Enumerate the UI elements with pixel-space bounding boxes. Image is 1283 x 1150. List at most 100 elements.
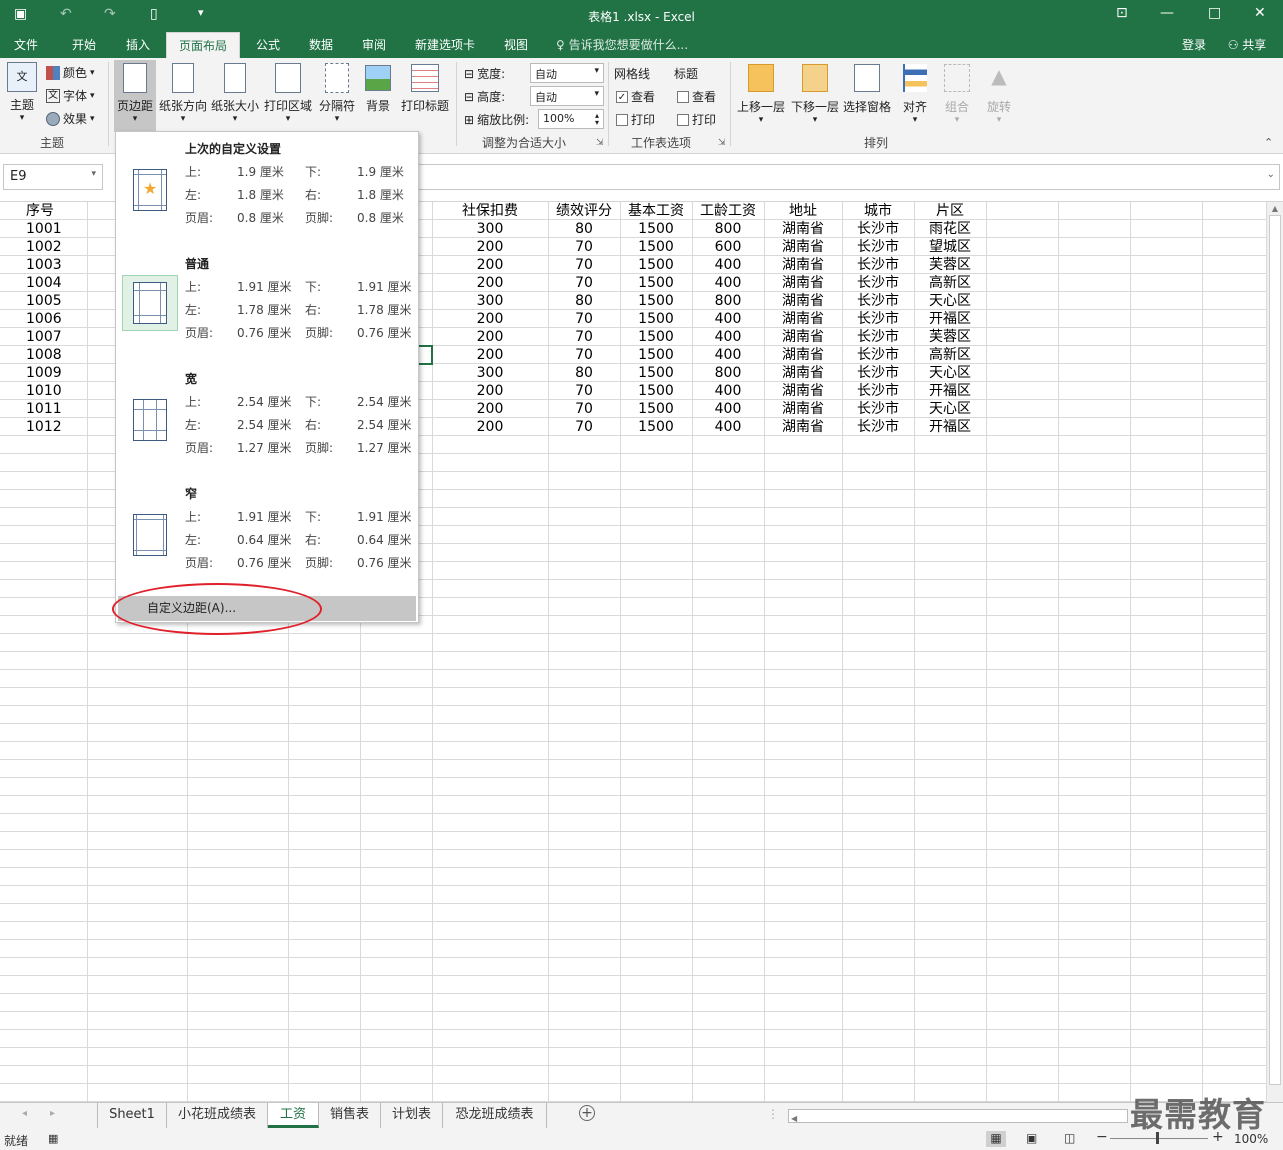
data-cell[interactable]: 80 xyxy=(548,220,620,238)
dialog-launcher-icon[interactable]: ⇲ xyxy=(596,138,604,148)
height-select[interactable]: 自动 ▾ xyxy=(530,86,604,106)
tab-formulas[interactable]: 公式 xyxy=(244,32,292,58)
tab-review[interactable]: 审阅 xyxy=(350,32,398,58)
data-cell[interactable]: 长沙市 xyxy=(842,382,914,400)
data-cell[interactable]: 长沙市 xyxy=(842,238,914,256)
data-cell[interactable]: 1500 xyxy=(620,220,692,238)
tab-home[interactable]: 开始 xyxy=(60,32,108,58)
data-cell[interactable]: 望城区 xyxy=(914,238,986,256)
data-cell[interactable]: 1012 xyxy=(0,418,84,436)
data-cell[interactable]: 1500 xyxy=(620,274,692,292)
data-cell[interactable]: 1007 xyxy=(0,328,84,346)
selection-pane-button[interactable]: 选择窗格 xyxy=(842,60,892,115)
column-header[interactable]: 工龄工资 xyxy=(692,202,764,220)
normal-view-icon[interactable]: ▦ xyxy=(986,1131,1006,1147)
data-cell[interactable]: 长沙市 xyxy=(842,310,914,328)
scroll-left-icon[interactable]: ◀ xyxy=(789,1114,797,1123)
data-cell[interactable]: 1500 xyxy=(620,382,692,400)
gridlines-view-checkbox[interactable]: ✓ 查看 xyxy=(616,88,655,105)
macro-record-icon[interactable]: ▦ xyxy=(48,1132,58,1145)
orientation-button[interactable]: 纸张方向 ▾ xyxy=(158,60,208,124)
column-header[interactable]: 序号 xyxy=(0,202,84,220)
sheet-tab-sheet1[interactable]: Sheet1 xyxy=(97,1103,167,1128)
data-cell[interactable]: 400 xyxy=(692,274,764,292)
column-header[interactable]: 片区 xyxy=(914,202,986,220)
tab-page-layout[interactable]: 页面布局 xyxy=(166,32,240,58)
data-cell[interactable]: 70 xyxy=(548,310,620,328)
data-cell[interactable]: 1006 xyxy=(0,310,84,328)
data-cell[interactable]: 1500 xyxy=(620,310,692,328)
data-cell[interactable]: 长沙市 xyxy=(842,292,914,310)
data-cell[interactable]: 200 xyxy=(432,400,548,418)
data-cell[interactable]: 70 xyxy=(548,346,620,364)
tab-new[interactable]: 新建选项卡 xyxy=(406,32,484,58)
data-cell[interactable]: 70 xyxy=(548,256,620,274)
data-cell[interactable]: 70 xyxy=(548,418,620,436)
dialog-launcher-icon[interactable]: ⇲ xyxy=(718,138,726,148)
size-button[interactable]: 纸张大小 ▾ xyxy=(210,60,260,124)
data-cell[interactable]: 1500 xyxy=(620,364,692,382)
data-cell[interactable]: 200 xyxy=(432,256,548,274)
tab-file[interactable]: 文件 xyxy=(4,32,48,58)
data-cell[interactable]: 70 xyxy=(548,400,620,418)
headings-view-checkbox[interactable]: 查看 xyxy=(677,88,716,105)
data-cell[interactable]: 长沙市 xyxy=(842,274,914,292)
data-cell[interactable]: 300 xyxy=(432,364,548,382)
vertical-scrollbar[interactable]: ▲ xyxy=(1266,202,1283,1102)
data-cell[interactable]: 开福区 xyxy=(914,382,986,400)
colors-button[interactable]: 颜色 ▾ xyxy=(46,64,95,81)
data-cell[interactable]: 70 xyxy=(548,328,620,346)
data-cell[interactable]: 1011 xyxy=(0,400,84,418)
data-cell[interactable]: 湖南省 xyxy=(764,292,842,310)
zoom-slider[interactable] xyxy=(1110,1132,1208,1144)
sheet-tab-konglong[interactable]: 恐龙班成绩表 xyxy=(443,1103,547,1128)
scroll-up-icon[interactable]: ▲ xyxy=(1267,204,1283,213)
data-cell[interactable]: 80 xyxy=(548,292,620,310)
data-cell[interactable]: 1008 xyxy=(0,346,84,364)
bring-forward-button[interactable]: 上移一层 ▾ xyxy=(736,60,786,125)
data-cell[interactable]: 1009 xyxy=(0,364,84,382)
margin-preset-narrow[interactable]: 窄上: 1.91 厘米 下: 1.91 厘米 左: 0.64 厘米 右: 0.64 厘米 页眉:… xyxy=(116,485,418,597)
breaks-button[interactable]: 分隔符 ▾ xyxy=(316,60,358,124)
data-cell[interactable]: 湖南省 xyxy=(764,256,842,274)
data-cell[interactable]: 雨花区 xyxy=(914,220,986,238)
data-cell[interactable]: 开福区 xyxy=(914,310,986,328)
data-cell[interactable]: 400 xyxy=(692,328,764,346)
margin-preset-star[interactable]: 上次的自定义设置 ★ 上: 1.9 厘米 下: 1.9 厘米 左: 1.8 厘米 右: 1.8 厘… xyxy=(116,140,418,252)
scale-stepper[interactable]: 100% ▴ ▾ xyxy=(538,109,604,129)
data-cell[interactable]: 1002 xyxy=(0,238,84,256)
data-cell[interactable]: 湖南省 xyxy=(764,274,842,292)
column-header[interactable]: 基本工资 xyxy=(620,202,692,220)
sheet-tab-xiaohua[interactable]: 小花班成绩表 xyxy=(167,1103,268,1128)
data-cell[interactable]: 200 xyxy=(432,328,548,346)
data-cell[interactable]: 长沙市 xyxy=(842,328,914,346)
formula-input[interactable]: ⌄ xyxy=(418,164,1280,190)
group-button[interactable]: 组合 ▾ xyxy=(938,60,976,125)
data-cell[interactable]: 70 xyxy=(548,238,620,256)
data-cell[interactable]: 芙蓉区 xyxy=(914,328,986,346)
data-cell[interactable]: 400 xyxy=(692,382,764,400)
rotate-button[interactable]: ▲ 旋转 ▾ xyxy=(980,60,1018,125)
data-cell[interactable]: 200 xyxy=(432,418,548,436)
add-sheet-icon[interactable]: + xyxy=(579,1105,595,1121)
data-cell[interactable]: 天心区 xyxy=(914,292,986,310)
data-cell[interactable]: 湖南省 xyxy=(764,238,842,256)
data-cell[interactable]: 1500 xyxy=(620,256,692,274)
print-area-button[interactable]: 打印区域 ▾ xyxy=(262,60,314,124)
data-cell[interactable]: 长沙市 xyxy=(842,364,914,382)
tab-view[interactable]: 视图 xyxy=(492,32,540,58)
sheet-tab-sales[interactable]: 销售表 xyxy=(319,1103,381,1128)
data-cell[interactable]: 600 xyxy=(692,238,764,256)
collapse-ribbon-icon[interactable]: ⌃ xyxy=(1264,136,1273,149)
minimize-icon[interactable]: — xyxy=(1160,5,1174,21)
data-cell[interactable]: 湖南省 xyxy=(764,364,842,382)
margin-preset-wide[interactable]: 宽上: 2.54 厘米 下: 2.54 厘米 左: 2.54 厘米 右: 2.54 厘米 页眉:… xyxy=(116,370,418,482)
data-cell[interactable]: 1500 xyxy=(620,292,692,310)
headings-print-checkbox[interactable]: 打印 xyxy=(677,111,716,128)
tell-me-box[interactable]: ♀ 告诉我您想要做什么... xyxy=(556,32,706,58)
splitter-icon[interactable]: ⋮ xyxy=(767,1107,779,1121)
data-cell[interactable]: 湖南省 xyxy=(764,382,842,400)
expand-formula-icon[interactable]: ⌄ xyxy=(1267,169,1275,180)
data-cell[interactable]: 开福区 xyxy=(914,418,986,436)
data-cell[interactable]: 高新区 xyxy=(914,274,986,292)
